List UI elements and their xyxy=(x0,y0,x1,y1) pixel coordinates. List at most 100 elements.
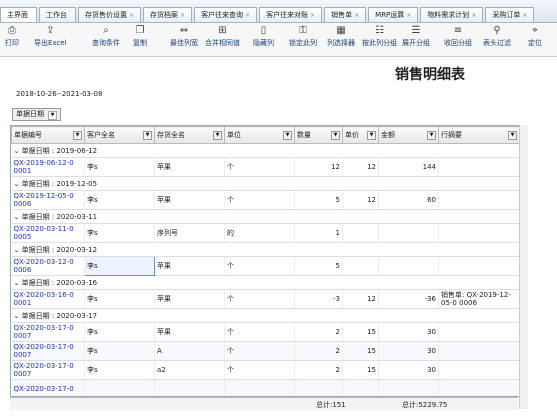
vertical-scrollbar[interactable] xyxy=(519,125,528,409)
toolbar-button-1[interactable]: ⇪ 导出Excel xyxy=(34,25,67,48)
filter-dropdown-icon[interactable]: ▼ xyxy=(427,131,436,140)
table-row[interactable]: QX-2020-03-17-0 0007 李s a2 个 2 15 30 xyxy=(11,360,519,380)
toolbar-button-11[interactable]: ≡ 收回分组 xyxy=(444,25,472,48)
tab-label: 存货售价设置 xyxy=(85,11,127,19)
toolbar-button-3[interactable]: ❐ 复制 xyxy=(133,25,147,48)
column-header-1[interactable]: 客户全名 ▼ xyxy=(84,126,155,144)
close-icon[interactable]: × xyxy=(406,12,411,19)
table-row[interactable]: QX-2020-03-17-0 0007 李s A 个 2 15 30 xyxy=(11,341,519,361)
group-label: 单据日期 : 2020-03-17 xyxy=(21,311,98,320)
amount-total: 总计:5229.75 xyxy=(402,401,448,409)
cell-qty: 5 xyxy=(294,256,343,276)
table-row[interactable]: QX-2020-03-11-0 0005 李s 序列号的 1 xyxy=(11,223,519,243)
chevron-down-icon[interactable]: ⌄ xyxy=(14,279,22,287)
group-row[interactable]: ⌄ 单据日期 : 2020-03-16 xyxy=(11,275,519,290)
cell-price xyxy=(342,223,379,243)
tab-1[interactable]: 工作台 xyxy=(39,7,76,22)
tab-2[interactable]: 存货售价设置 × xyxy=(78,7,142,22)
group-row[interactable]: ⌄ 单据日期 : 2020-03-12 xyxy=(11,242,519,257)
column-header-0[interactable]: 单据编号 ▼ xyxy=(11,126,85,144)
cell-code[interactable]: QX-2019-06-12-0 0001 xyxy=(11,157,85,177)
tab-3[interactable]: 存货档案 × xyxy=(143,7,193,22)
cell-code[interactable]: QX-2019-12-05-0 0006 xyxy=(11,190,85,210)
cell-customer: 李s xyxy=(84,223,155,243)
filter-dropdown-icon[interactable]: ▼ xyxy=(331,131,340,140)
close-icon[interactable]: × xyxy=(129,12,134,19)
cell-unit: 个 xyxy=(224,190,295,210)
close-icon[interactable]: × xyxy=(354,12,359,19)
toolbar-button-9[interactable]: ☷ 按此列分组 xyxy=(362,25,397,48)
toolbar-button-6[interactable]: ▯ 隐藏列 xyxy=(253,25,274,48)
cell-code[interactable]: QX-2020-03-11-0 0005 xyxy=(11,223,85,243)
table-row[interactable]: QX-2020-03-12-0 0006 李s 苹果个 5 xyxy=(11,256,519,276)
tab-9[interactable]: 采购订单 × xyxy=(485,7,535,22)
chevron-down-icon[interactable]: ⌄ xyxy=(14,312,22,320)
column-header-label: 单位 xyxy=(227,131,241,139)
table-row[interactable]: QX-2020-03-17-0 0007 李s 苹果个 2 15 30 xyxy=(11,322,519,342)
toolbar-button-13[interactable]: ⌖ 定位 xyxy=(528,25,542,48)
cell-memo: 销售单: QX-2019-12-05-0 0006 xyxy=(438,289,519,309)
filter-dropdown-icon[interactable]: ▼ xyxy=(283,131,292,140)
tab-4[interactable]: 客户往来查询 × xyxy=(194,7,258,22)
toolbar-button-4[interactable]: ⇔ 最佳列宽 xyxy=(170,25,198,48)
filter-dropdown-icon[interactable]: ▼ xyxy=(508,131,517,140)
close-icon[interactable]: × xyxy=(471,12,476,19)
close-icon[interactable]: × xyxy=(245,12,250,19)
toolbar-button-2[interactable]: ⌕ 查询条件 xyxy=(92,25,120,48)
cell-code[interactable]: QX-2020-03-12-0 0006 xyxy=(11,256,85,276)
tab-label: 客户往来对账 xyxy=(266,11,309,19)
cell-code[interactable]: QX-2020-03-17-0 0007 xyxy=(11,360,85,380)
toolbar-button-7[interactable]: ⚿ 锁定此列 xyxy=(289,25,317,48)
group-by-chip[interactable]: 单据日期 ▼ xyxy=(12,108,61,121)
merge-icon: ⊞ xyxy=(218,25,227,36)
toolbar-button-10[interactable]: ☰ 展开分组 xyxy=(402,25,430,48)
tab-8[interactable]: 物料需求计划 × xyxy=(420,7,484,22)
expand-icon: ☰ xyxy=(411,25,421,36)
chevron-down-icon[interactable]: ⌄ xyxy=(14,213,22,221)
group-row[interactable]: ⌄ 单据日期 : 2019-06-12 xyxy=(11,143,519,158)
table-row[interactable]: QX-2020-03-17-0 xyxy=(11,379,519,396)
chevron-down-icon[interactable]: ▼ xyxy=(48,111,57,120)
toolbar-button-5[interactable]: ⊞ 合并相同值 xyxy=(205,25,240,48)
cell-item: 苹果 xyxy=(154,256,225,276)
table-row[interactable]: QX-2020-03-16-0 0001 李s 苹果个 -3 12 -36 销售单: QX-… xyxy=(11,289,519,309)
tab-label: 物料需求计划 xyxy=(427,11,470,19)
cell-code[interactable]: QX-2020-03-17-0 xyxy=(11,379,85,396)
toolbar-button-0[interactable]: ⎙ 打印 xyxy=(5,25,19,48)
column-header-7[interactable]: 行摘要 ▼ xyxy=(438,126,519,144)
cell-code[interactable]: QX-2020-03-17-0 0007 xyxy=(11,341,85,361)
column-header-4[interactable]: 数量 ▼ xyxy=(294,126,343,144)
filter-dropdown-icon[interactable]: ▼ xyxy=(73,131,82,140)
column-header-3[interactable]: 单位 ▼ xyxy=(224,126,295,144)
group-cell: ⌄ 单据日期 : 2020-03-12 xyxy=(11,242,519,257)
group-row[interactable]: ⌄ 单据日期 : 2020-03-11 xyxy=(11,209,519,224)
filter-dropdown-icon[interactable]: ▼ xyxy=(367,131,376,140)
column-header-5[interactable]: 单价 ▼ xyxy=(342,126,379,144)
chevron-down-icon[interactable]: ⌄ xyxy=(14,246,22,254)
toolbar-button-12[interactable]: ⚲ 表头过滤 xyxy=(483,25,511,48)
table-row[interactable]: QX-2019-06-12-0 0001 李s 苹果个 12 12 144 xyxy=(11,157,519,177)
lock-icon: ⚿ xyxy=(299,25,307,36)
table-row[interactable]: QX-2019-12-05-0 0006 李s 苹果个 5 12 60 xyxy=(11,190,519,210)
close-icon[interactable]: × xyxy=(310,12,315,19)
toolbar-button-label: 锁定此列 xyxy=(289,39,317,47)
chevron-down-icon[interactable]: ⌄ xyxy=(14,180,22,188)
column-header-2[interactable]: 存货全名 ▼ xyxy=(154,126,225,144)
column-header-6[interactable]: 金额 ▼ xyxy=(378,126,439,144)
cell-code[interactable]: QX-2020-03-16-0 0001 xyxy=(11,289,85,309)
cell-memo xyxy=(438,360,519,380)
group-row[interactable]: ⌄ 单据日期 : 2020-03-17 xyxy=(11,308,519,323)
tab-5[interactable]: 客户往来对账 × xyxy=(259,7,323,22)
close-icon[interactable]: × xyxy=(180,12,185,19)
group-row[interactable]: ⌄ 单据日期 : 2019-12-05 xyxy=(11,176,519,191)
filter-dropdown-icon[interactable]: ▼ xyxy=(143,131,152,140)
chevron-down-icon[interactable]: ⌄ xyxy=(14,147,22,155)
close-icon[interactable]: × xyxy=(522,12,527,19)
filter-dropdown-icon[interactable]: ▼ xyxy=(213,131,222,140)
cell-qty: 2 xyxy=(294,360,343,380)
tab-7[interactable]: MRP运算 × xyxy=(368,7,419,22)
toolbar-button-8[interactable]: ▦ 列选择器 xyxy=(327,25,355,48)
tab-6[interactable]: 销售单 × xyxy=(324,7,367,22)
cell-code[interactable]: QX-2020-03-17-0 0007 xyxy=(11,322,85,342)
tab-0[interactable]: 主界面 xyxy=(0,7,37,22)
